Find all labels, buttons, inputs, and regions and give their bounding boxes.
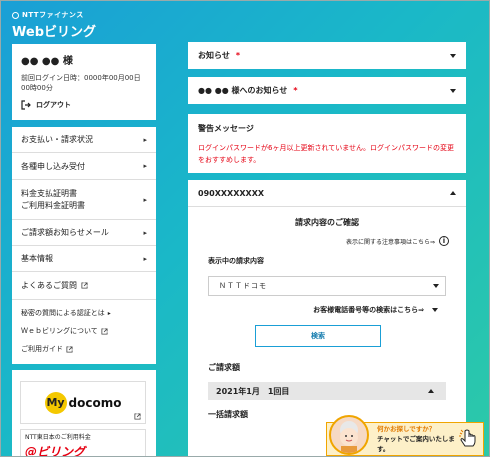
- warning-message: ログインパスワードが6ヶ月以上更新されていません。ログインパスワードの変更をおす…: [198, 144, 455, 164]
- warning-title: 警告メッセージ: [198, 124, 254, 133]
- at-billing-logo: @ビリング: [25, 445, 86, 457]
- caret-down-icon: [433, 284, 439, 288]
- menu-item-basic-info[interactable]: 基本情報 ▸: [12, 246, 156, 272]
- pointer-hand-icon: [459, 429, 476, 447]
- docomo-logo: docomo: [68, 395, 122, 410]
- warning-panel: 警告メッセージ ログインパスワードが6ヶ月以上更新されていません。ログインパスワ…: [188, 114, 466, 173]
- billing-amount-heading: ご請求額: [208, 363, 240, 372]
- menu-item-applications[interactable]: 各種申し込み受付 ▸: [12, 153, 156, 180]
- link-secret-question[interactable]: 秘密の質問による認証とは ▸: [21, 304, 147, 322]
- user-name: ●● ●● 様: [21, 56, 73, 67]
- logout-icon: [21, 100, 31, 110]
- link-about-web-billing[interactable]: Ｗｅｂビリングについて: [21, 322, 147, 340]
- link-user-guide[interactable]: ご利用ガイド: [21, 340, 147, 358]
- chat-line1: 何かお探しですか？: [377, 425, 436, 433]
- user-card: ●● ●● 様 前回ログイン日時：0000年00月00日00時00分 ログアウト: [12, 44, 156, 120]
- required-mark: *: [235, 51, 241, 60]
- chat-widget[interactable]: 何かお探しですか？ チャットでご案内いたします。: [326, 415, 484, 456]
- caret-down-icon: [432, 308, 438, 312]
- customer-search-link[interactable]: お客様電話番号等の検索はこちら⇒: [188, 305, 438, 315]
- external-link-icon: [66, 345, 73, 353]
- service-title: Webビリング: [12, 25, 96, 40]
- company-name: NTTファイナンス: [12, 10, 96, 20]
- news-accordion[interactable]: お知らせ *: [188, 42, 466, 69]
- menu-item-faq[interactable]: よくあるご質問: [12, 272, 156, 300]
- caret-up-icon: [428, 389, 434, 393]
- required-mark: *: [293, 86, 298, 95]
- my-docomo-banner[interactable]: My docomo: [20, 381, 146, 424]
- banner-card: My docomo NTT東日本のご利用料金 @ビリング: [12, 370, 156, 457]
- sub-links: 秘密の質問による認証とは ▸ Ｗｅｂビリングについて ご利用ガイド: [12, 300, 156, 362]
- caret-up-icon: [450, 191, 456, 195]
- info-icon: i: [439, 236, 449, 246]
- caret-down-icon: [450, 53, 456, 58]
- operator-avatar: [329, 415, 369, 455]
- billing-panel: 090XXXXXXXX 請求内容のご確認 表示に関する注意事項はこちら⇒ i 表…: [188, 180, 466, 457]
- display-label: 表示中の請求内容: [208, 257, 264, 265]
- chevron-right-icon: ▸: [143, 254, 147, 263]
- brand-logo: NTTファイナンス Webビリング: [12, 10, 96, 40]
- phone-number-accordion[interactable]: 090XXXXXXXX: [188, 180, 466, 207]
- my-docomo-badge: My: [44, 391, 67, 414]
- external-link-icon: [134, 413, 141, 420]
- menu-item-billing-mail[interactable]: ご請求額お知らせメール ▸: [12, 220, 156, 246]
- chevron-right-icon: ▸: [143, 135, 147, 144]
- menu-item-payment-status[interactable]: お支払い・請求状況 ▸: [12, 127, 156, 153]
- display-notes-link[interactable]: 表示に関する注意事項はこちら⇒ i: [188, 236, 449, 246]
- menu-item-certificates[interactable]: 料金支払証明書 ご利用料金証明書 ▸: [12, 180, 156, 220]
- side-menu: お支払い・請求状況 ▸ 各種申し込み受付 ▸ 料金支払証明書 ご利用料金証明書 …: [12, 127, 156, 364]
- search-button[interactable]: 検索: [255, 325, 381, 347]
- external-link-icon: [81, 282, 88, 289]
- section-title: 請求内容のご確認: [295, 218, 359, 227]
- external-link-icon: [101, 327, 108, 335]
- ntt-east-banner[interactable]: NTT東日本のご利用料金 @ビリング: [20, 429, 146, 457]
- billing-period-row[interactable]: 2021年1月 1回目: [208, 382, 446, 400]
- provider-select[interactable]: ＮＴＴドコモ: [208, 276, 446, 296]
- arrow-right-icon: ▸: [107, 309, 111, 317]
- chat-line2: チャットでご案内いたします。: [377, 435, 455, 453]
- chevron-right-icon: ▸: [143, 228, 147, 237]
- phone-number: 090XXXXXXXX: [198, 188, 265, 198]
- chevron-right-icon: ▸: [143, 195, 147, 204]
- personal-notice-accordion[interactable]: ●● ●● 様へのお知らせ *: [188, 77, 466, 104]
- chevron-right-icon: ▸: [143, 162, 147, 170]
- last-login: 前回ログイン日時：0000年00月00日00時00分: [21, 74, 141, 92]
- operator-face-icon: [340, 421, 358, 453]
- logout-button[interactable]: ログアウト: [21, 100, 147, 110]
- ntt-logo-icon: [12, 11, 19, 19]
- caret-down-icon: [450, 88, 456, 93]
